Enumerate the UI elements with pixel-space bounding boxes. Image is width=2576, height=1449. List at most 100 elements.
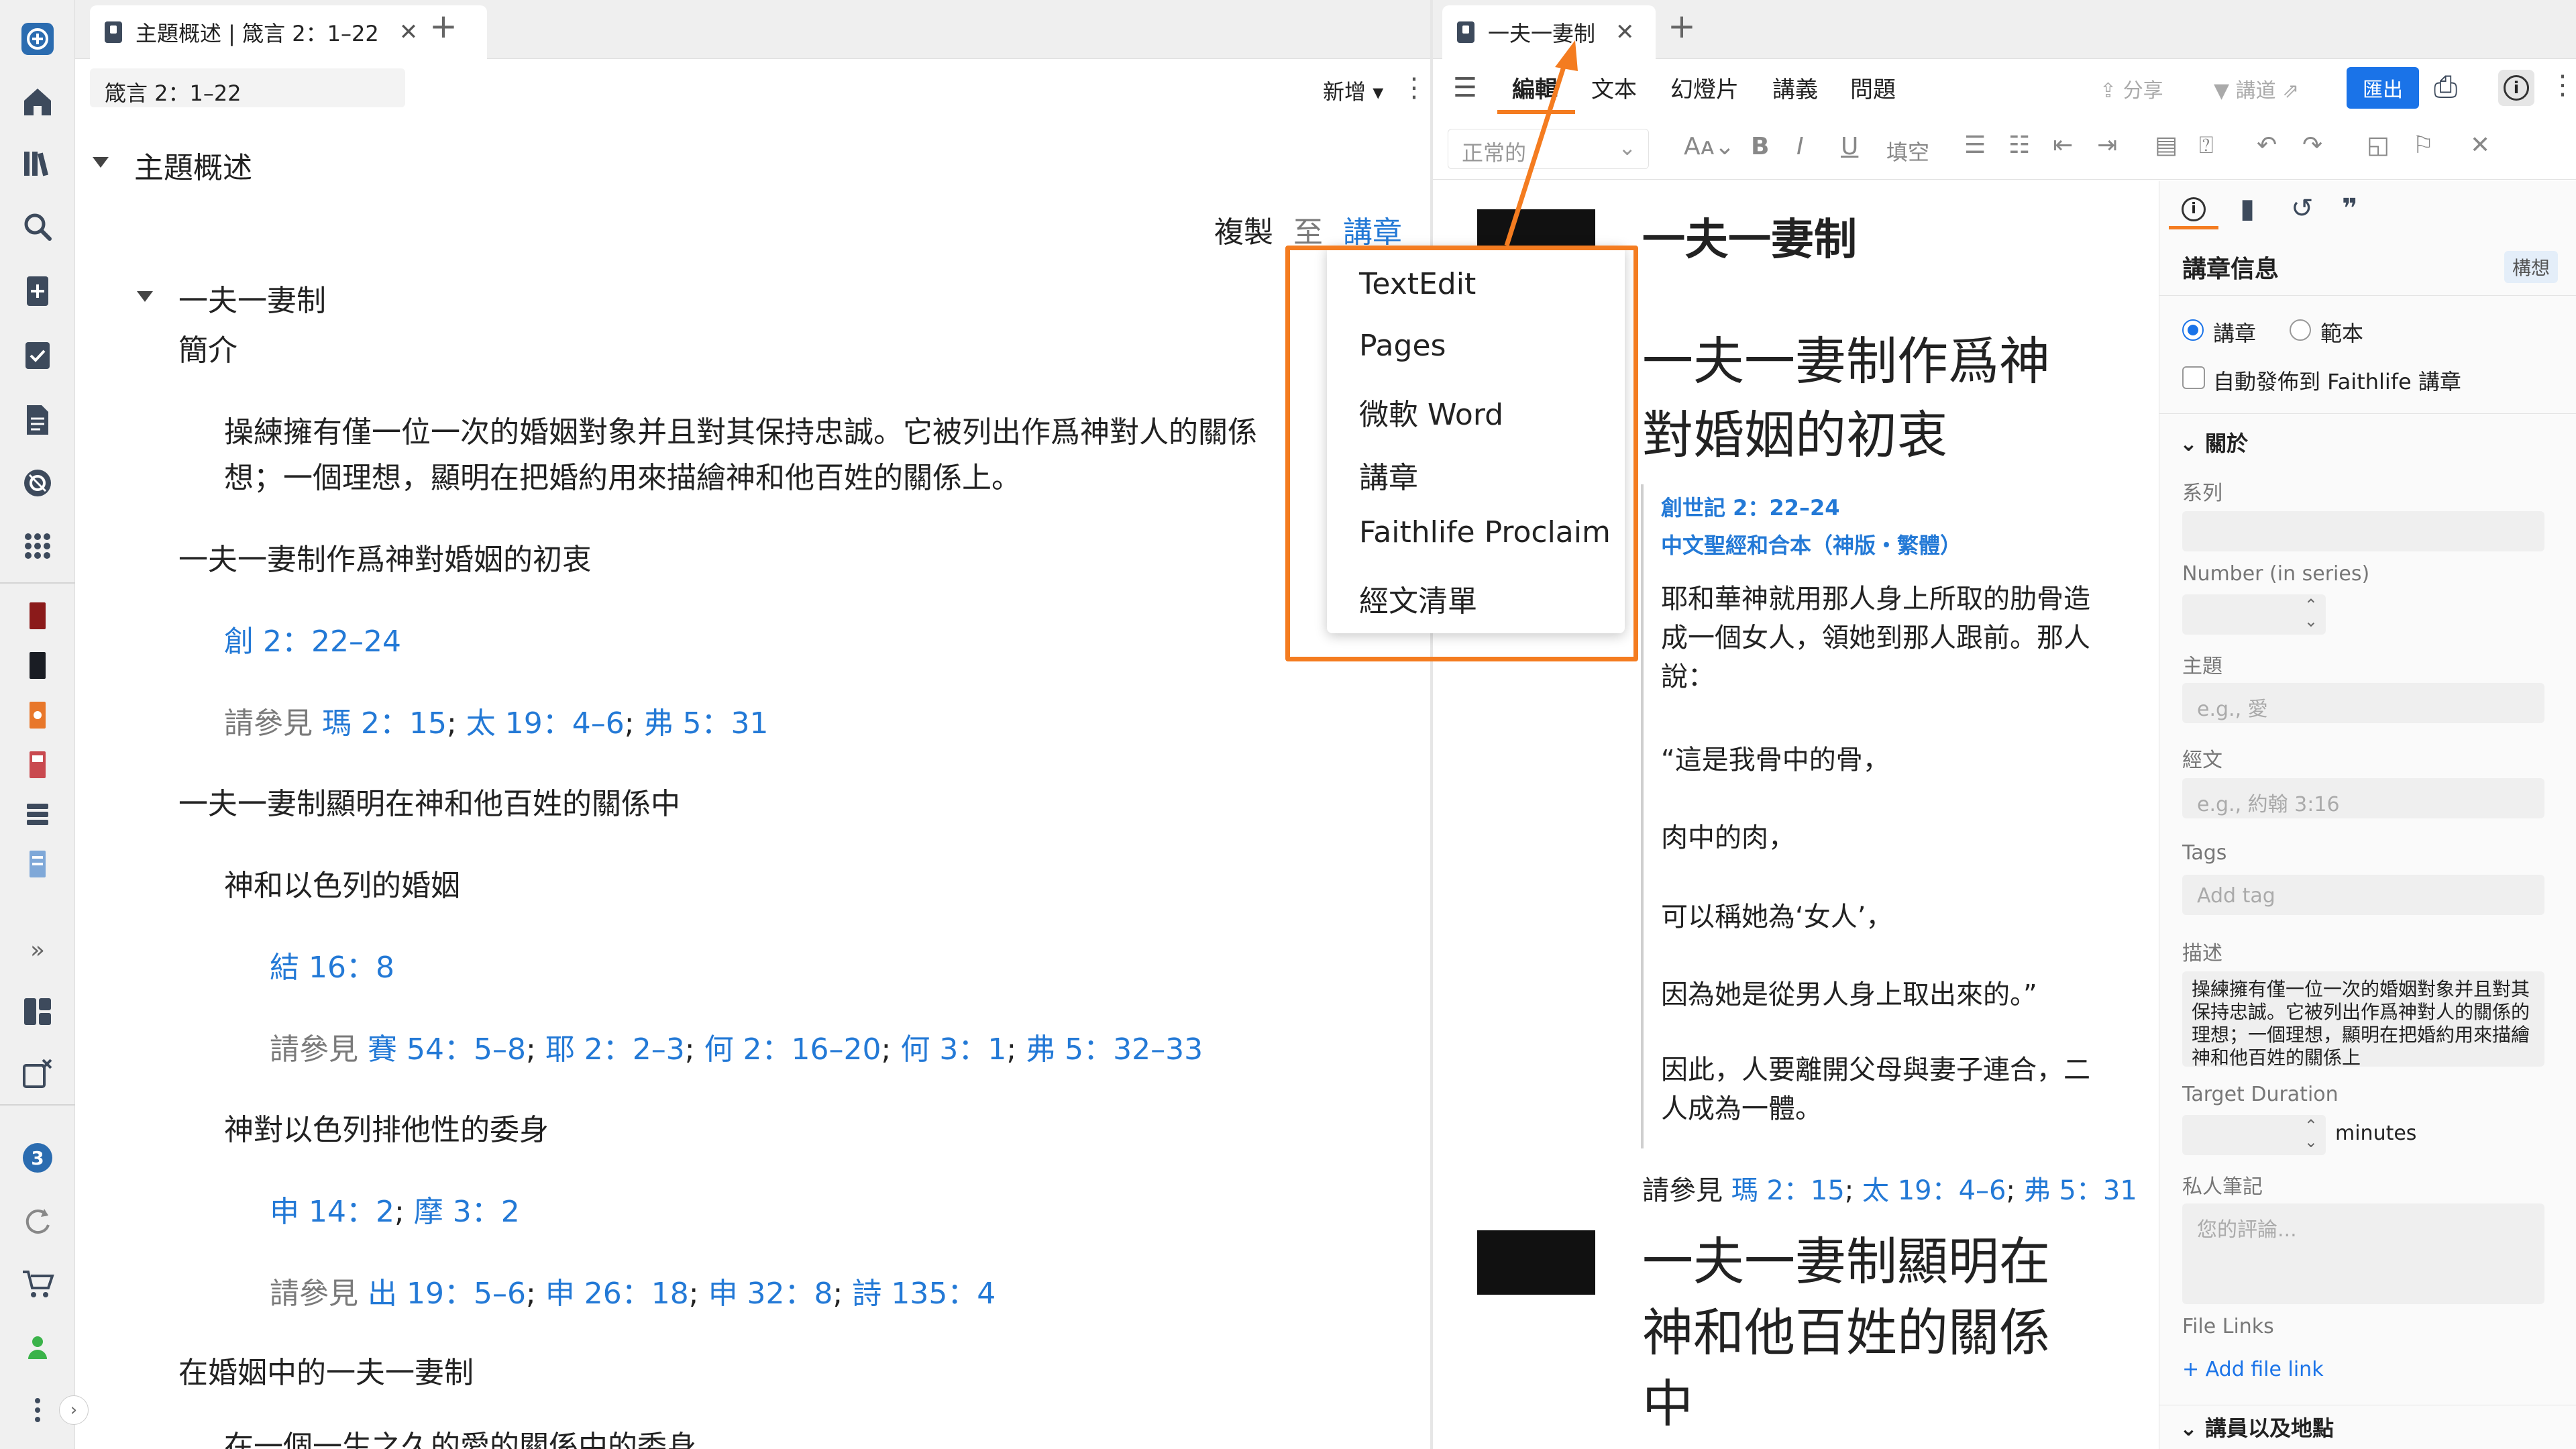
history-tab-icon[interactable]: ↺ <box>2291 193 2314 224</box>
doc-heading-1[interactable]: 一夫一妻制作爲神對婚姻的初衷 <box>1642 325 2098 472</box>
underline-icon[interactable]: U <box>1841 133 1858 160</box>
tags-input[interactable]: Add tag <box>2182 875 2544 915</box>
new-tab-icon[interactable]: + <box>429 7 458 46</box>
outline-ref[interactable]: 申 14：2 <box>270 1195 394 1229</box>
copy-target-link[interactable]: 講章 <box>1343 215 1402 250</box>
see-ref[interactable]: 太 19：4–6 <box>466 706 625 741</box>
see-ref[interactable]: 申 26：18 <box>545 1277 689 1311</box>
scripture-text[interactable]: 因此，人要離開父母與妻子連合，二人成為一體。 <box>1661 1051 2104 1128</box>
see-ref[interactable]: 何 3：1 <box>900 1032 1006 1067</box>
outline-ref[interactable]: 摩 3：2 <box>414 1195 520 1229</box>
number-input[interactable]: ⌃ ⌄ <box>2182 594 2326 635</box>
speakers-section-toggle[interactable]: ⌄ 講員以及地點 <box>2180 1411 2334 1442</box>
book-red-icon[interactable] <box>17 596 58 636</box>
add-file-link[interactable]: + Add file link <box>2182 1358 2324 1381</box>
stack-icon[interactable] <box>17 794 58 835</box>
hamburger-icon[interactable]: ☰ <box>1453 72 1477 103</box>
font-size-icon[interactable]: Aᴀ⌄ <box>1684 133 1735 160</box>
scripture-text[interactable]: “這是我骨中的骨， <box>1661 738 1890 777</box>
see-ref[interactable]: 申 32：8 <box>708 1277 833 1311</box>
new-tab-icon[interactable]: + <box>1668 7 1696 46</box>
collapse-section-icon[interactable] <box>93 157 109 168</box>
sync-icon[interactable] <box>17 1201 58 1241</box>
bullet-list-icon[interactable]: ☰ <box>1964 131 1986 159</box>
scripture-ref[interactable]: 創世記 2：22–24 <box>1661 491 1839 522</box>
bold-icon[interactable]: B <box>1751 133 1769 160</box>
slide-thumbnail[interactable] <box>1477 1230 1595 1295</box>
close-tab-icon[interactable]: ✕ <box>399 19 419 46</box>
numbered-list-icon[interactable]: ☷ <box>2008 131 2030 159</box>
description-input[interactable]: 操練擁有僅一位一次的婚姻對象并且對其保持忠誠。它被列出作爲神對人的關係的理想；一… <box>2182 971 2544 1067</box>
user-icon[interactable] <box>17 1327 58 1367</box>
menu-slides[interactable]: 幻燈片 <box>1670 71 1739 104</box>
see-ref[interactable]: 瑪 2：15 <box>1731 1175 1845 1206</box>
book-black-icon[interactable] <box>17 645 58 686</box>
outdent-icon[interactable]: ⇤ <box>2053 131 2073 159</box>
topic-input[interactable]: e.g., 愛 <box>2182 683 2544 723</box>
book-pink-icon[interactable] <box>17 745 58 785</box>
radio-sermon[interactable] <box>2182 319 2204 341</box>
italic-icon[interactable]: I <box>1796 133 1804 160</box>
see-ref[interactable]: 出 19：5–6 <box>368 1277 526 1311</box>
more-options-icon[interactable]: ⋮ <box>2549 70 2576 101</box>
cart-icon[interactable] <box>17 1264 58 1304</box>
share-button[interactable]: ⇪ 分享 <box>2100 74 2163 103</box>
insert-block-icon[interactable]: ▤ <box>2155 131 2178 159</box>
bookmark-icon[interactable]: ⚐ <box>2412 131 2434 159</box>
radio-template[interactable] <box>2290 319 2311 341</box>
outline-ref-2a[interactable]: 結 16：8 <box>270 943 394 986</box>
scripture-text[interactable]: 肉中的肉， <box>1661 816 1795 855</box>
notebook-tab-icon[interactable]: ▮ <box>2240 193 2255 224</box>
close-tab-icon[interactable]: ✕ <box>1615 19 1635 46</box>
add-menu-button[interactable]: 新增 ▾ <box>1323 75 1383 106</box>
preach-button[interactable]: ▼ 講道 ⇗ <box>2214 74 2299 103</box>
redo-icon[interactable]: ↷ <box>2302 131 2322 159</box>
layout-icon[interactable] <box>17 991 58 1032</box>
see-ref[interactable]: 詩 135：4 <box>852 1277 996 1311</box>
see-ref[interactable]: 耶 2：2–3 <box>545 1032 685 1067</box>
close-panels-icon[interactable] <box>17 1053 58 1093</box>
about-section-toggle[interactable]: ⌄ 關於 <box>2180 427 2248 458</box>
doc-title[interactable]: 一夫一妻制 <box>1642 205 1857 267</box>
more-options-icon[interactable]: ⋮ <box>1401 72 1428 103</box>
reference-box[interactable]: 箴言 2：1–22 <box>90 68 405 107</box>
info-tab[interactable]: i <box>2169 192 2218 229</box>
outline-ref-1[interactable]: 創 2：22–24 <box>224 617 401 660</box>
undo-icon[interactable]: ↶ <box>2257 131 2277 159</box>
see-ref[interactable]: 太 19：4–6 <box>1862 1175 2006 1206</box>
doc-heading-2[interactable]: 一夫一妻制顯明在神和他百姓的關係中 <box>1642 1226 2098 1440</box>
checklist-icon[interactable] <box>17 335 58 376</box>
scripture-version[interactable]: 中文聖經和合本（神版・繁體） <box>1661 529 1962 559</box>
stepper-icon[interactable]: ⌃ ⌄ <box>2304 1118 2318 1150</box>
see-ref[interactable]: 弗 5：32–33 <box>1026 1032 1203 1067</box>
fill-blank-button[interactable]: 填空 <box>1886 136 1929 166</box>
info-toggle-button[interactable]: i <box>2498 70 2534 106</box>
quotes-tab-icon[interactable]: ❞ <box>2342 193 2357 224</box>
collapse-topic-icon[interactable] <box>137 291 153 302</box>
see-ref[interactable]: 弗 5：31 <box>2024 1175 2137 1206</box>
see-ref[interactable]: 何 2：16–20 <box>704 1032 881 1067</box>
notifications-badge[interactable]: 3 <box>17 1138 58 1178</box>
see-ref[interactable]: 弗 5：31 <box>644 706 769 741</box>
scripture-text[interactable]: 因為她是從男人身上取出來的。” <box>1661 973 2037 1012</box>
more-icon[interactable] <box>17 1390 58 1430</box>
status-badge[interactable]: 構想 <box>2504 251 2559 283</box>
search-icon[interactable] <box>17 207 58 247</box>
home-icon[interactable] <box>17 82 58 122</box>
expand-icon[interactable]: » <box>17 930 58 970</box>
library-icon[interactable] <box>17 144 58 184</box>
tab-topic-guide[interactable]: 主題概述 | 箴言 2：1–22 ✕ <box>90 5 487 59</box>
duration-input[interactable]: ⌃ ⌄ <box>2182 1115 2326 1155</box>
app-logo-icon[interactable] <box>17 19 58 59</box>
export-button[interactable]: 匯出 <box>2347 67 2419 109</box>
see-ref[interactable]: 瑪 2：15 <box>322 706 447 741</box>
add-doc-icon[interactable] <box>17 271 58 311</box>
insert-slide-icon[interactable]: ◱ <box>2367 131 2390 159</box>
scripture-text[interactable]: 可以稱她為‘女人’， <box>1661 895 1892 934</box>
scripture-input[interactable]: e.g., 約翰 3:16 <box>2182 778 2544 818</box>
series-input[interactable] <box>2182 511 2544 551</box>
clear-format-icon[interactable]: ✕ <box>2470 131 2490 159</box>
indent-icon[interactable]: ⇥ <box>2097 131 2117 159</box>
document-icon[interactable] <box>17 400 58 440</box>
menu-handout[interactable]: 講義 <box>1772 71 1818 104</box>
